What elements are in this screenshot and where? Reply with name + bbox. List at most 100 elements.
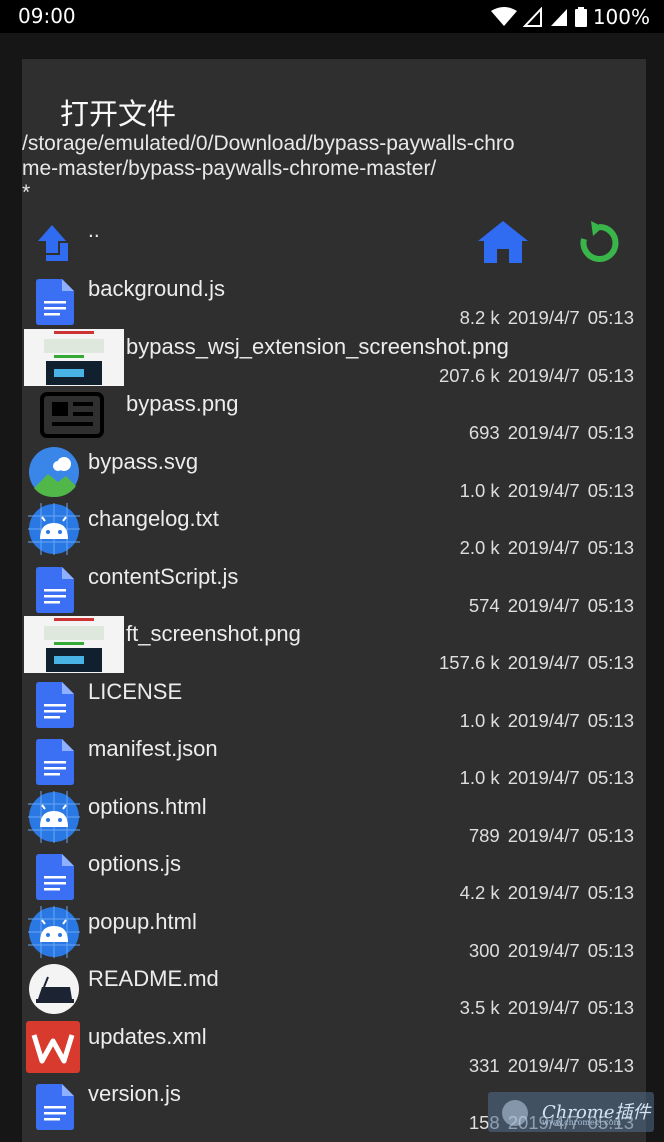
dialog-title: 打开文件	[60, 97, 177, 131]
markdown-icon	[28, 963, 80, 1015]
wps-icon	[26, 1020, 80, 1073]
file-row[interactable]: options.html 789 2019/4/7 05:13	[22, 787, 646, 846]
home-icon[interactable]	[476, 219, 530, 265]
file-row[interactable]: changelog.txt 2.0 k 2019/4/7 05:13	[22, 499, 646, 558]
file-time: 05:13	[587, 709, 634, 731]
file-name: LICENSE	[88, 678, 183, 704]
file-name: popup.html	[88, 908, 197, 934]
file-row[interactable]: LICENSE 1.0 k 2019/4/7 05:13	[22, 672, 646, 731]
file-date: 2019/4/7	[507, 767, 580, 788]
file-time: 05:13	[587, 939, 634, 961]
document-icon	[36, 566, 74, 613]
wifi-icon	[490, 7, 517, 26]
file-size: 4.2 k	[459, 882, 500, 903]
file-time: 05:13	[587, 1054, 634, 1076]
document-icon	[36, 854, 74, 900]
file-date: 2019/4/7	[507, 537, 580, 558]
document-icon	[36, 681, 74, 728]
file-size: 300	[468, 939, 500, 961]
status-icons: 100%	[490, 5, 650, 29]
file-row[interactable]: updates.xml 331 2019/4/7 05:13	[22, 1017, 646, 1076]
file-date: 2019/4/7	[507, 997, 580, 1018]
file-date: 2019/4/7	[507, 594, 580, 616]
file-name: options.html	[88, 793, 207, 819]
file-time: 05:13	[587, 364, 634, 386]
file-name: README.md	[88, 966, 219, 991]
gallery-icon	[28, 446, 80, 498]
document-icon	[36, 279, 74, 325]
file-size: 2.0 k	[459, 537, 500, 558]
file-date: 2019/4/7	[507, 709, 580, 731]
android-icon	[28, 790, 80, 843]
file-date: 2019/4/7	[507, 422, 580, 443]
file-row[interactable]: popup.html 300 2019/4/7 05:13	[22, 902, 646, 961]
android-icon	[28, 503, 80, 555]
file-date: 2019/4/7	[507, 364, 580, 386]
file-size: 574	[468, 594, 500, 616]
signal-icon-2	[550, 9, 567, 26]
file-row[interactable]: options.js 4.2 k 2019/4/7 05:13	[22, 844, 646, 903]
navigation-row: ..	[22, 219, 646, 269]
file-size: 789	[468, 824, 500, 846]
status-bar: 09:00 100%	[0, 0, 664, 33]
file-row[interactable]: bypass.svg 1.0 k 2019/4/7 05:13	[22, 442, 646, 501]
file-row[interactable]: README.md 3.5 k 2019/4/7 05:13	[22, 959, 646, 1018]
file-time: 05:13	[587, 594, 634, 616]
file-size: 693	[468, 422, 500, 443]
file-row[interactable]: manifest.json 1.0 k 2019/4/7 05:13	[22, 729, 646, 788]
file-time: 05:13	[587, 824, 634, 846]
android-icon	[28, 905, 80, 958]
parent-directory-item[interactable]: ..	[88, 219, 100, 243]
file-date: 2019/4/7	[507, 1054, 580, 1076]
file-size: 8.2 k	[459, 307, 500, 328]
file-date: 2019/4/7	[507, 939, 580, 961]
file-time: 05:13	[587, 422, 634, 443]
file-date: 2019/4/7	[507, 882, 580, 903]
file-size: 1.0 k	[459, 709, 500, 731]
file-size: 3.5 k	[459, 997, 500, 1018]
file-name: version.js	[88, 1081, 181, 1106]
file-name: changelog.txt	[88, 506, 219, 531]
file-time: 05:13	[587, 882, 634, 903]
file-filter: *	[22, 181, 31, 204]
file-date: 2019/4/7	[507, 307, 580, 328]
file-row[interactable]: contentScript.js 574 2019/4/7 05:13	[22, 557, 646, 616]
file-name: contentScript.js	[88, 563, 239, 589]
file-row[interactable]: background.js 8.2 k 2019/4/7 05:13	[22, 269, 646, 328]
file-time: 05:13	[587, 537, 634, 558]
file-time: 05:13	[587, 479, 634, 501]
file-time: 05:13	[587, 307, 634, 328]
file-row[interactable]: bypass_wsj_extension_screenshot.png 207.6…	[22, 327, 646, 386]
file-name: options.js	[88, 851, 181, 876]
up-arrow-icon[interactable]	[34, 223, 70, 263]
image-thumbnail	[24, 616, 124, 673]
file-date: 2019/4/7	[507, 479, 580, 501]
file-name: bypass.svg	[88, 448, 199, 474]
file-size: 207.6 k	[439, 364, 500, 386]
watermark: Chrome插件 www.chromecj.com	[488, 1092, 654, 1132]
file-name: bypass_wsj_extension_screenshot.png	[126, 333, 509, 359]
watermark-logo	[502, 1100, 528, 1126]
refresh-icon[interactable]	[575, 219, 623, 267]
file-row[interactable]: ft_screenshot.png 157.6 k 2019/4/7 05:13	[22, 614, 646, 673]
file-row[interactable]: bypass.png 693 2019/4/7 05:13	[22, 384, 646, 443]
file-size: 1.0 k	[459, 767, 500, 788]
file-name: bypass.png	[126, 391, 239, 416]
watermark-subtext: www.chromecj.com	[542, 1118, 622, 1127]
file-name: manifest.json	[88, 736, 218, 761]
file-time: 05:13	[587, 652, 634, 673]
file-size: 331	[468, 1054, 500, 1076]
file-size: 157.6 k	[439, 652, 500, 673]
document-icon	[36, 739, 74, 785]
signal-icon	[522, 7, 542, 27]
battery-level: 100%	[592, 5, 650, 29]
file-list: background.js 8.2 k 2019/4/7 05:13 bypass_ws…	[22, 269, 646, 1133]
file-time: 05:13	[587, 767, 634, 788]
file-time: 05:13	[587, 997, 634, 1018]
file-name: ft_screenshot.png	[126, 621, 301, 646]
file-size: 1.0 k	[459, 479, 500, 501]
file-date: 2019/4/7	[507, 824, 580, 846]
status-time: 09:00	[18, 4, 76, 28]
battery-icon	[574, 7, 587, 27]
file-name: background.js	[88, 276, 225, 301]
